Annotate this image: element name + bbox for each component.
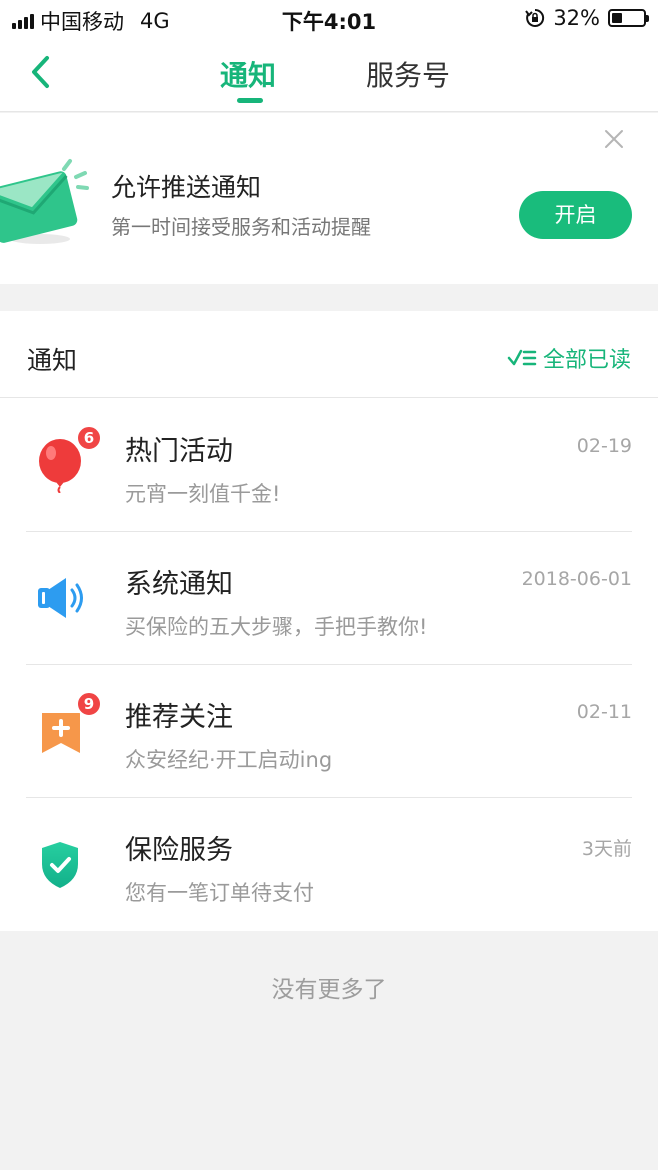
notice-subtitle: 买保险的五大步骤，手把手教你! (125, 615, 428, 639)
check-list-icon (507, 349, 537, 366)
mark-all-read-button[interactable]: 全部已读 (507, 342, 631, 374)
speaker-icon (36, 570, 88, 626)
push-banner-title: 允许推送通知 (111, 173, 262, 202)
status-right: 32% (525, 6, 649, 30)
enable-push-button[interactable]: 开启 (519, 191, 632, 239)
no-more-text: 没有更多了 (271, 977, 387, 1003)
notice-title: 保险服务 (125, 835, 233, 866)
notice-row-insurance[interactable]: 保险服务 您有一笔订单待支付 3天前 (26, 798, 632, 931)
rotation-lock-icon (525, 8, 545, 27)
section-title: 通知 (27, 346, 78, 375)
mark-all-read-label: 全部已读 (542, 348, 631, 373)
tab-service-account[interactable]: 服务号 (366, 54, 450, 94)
notice-row-recommend[interactable]: 9 推荐关注 众安经纪·开工启动ing 02-11 (26, 665, 632, 798)
notice-list-card: 通知 全部已读 6 热门活动 元宵一刻值千金! 02-19 系统通知 买保险的五… (0, 311, 658, 931)
notice-row-hot-activity[interactable]: 6 热门活动 元宵一刻值千金! 02-19 (26, 399, 632, 532)
notice-subtitle: 您有一笔订单待支付 (125, 881, 314, 905)
notice-subtitle: 元宵一刻值千金! (125, 482, 281, 506)
notice-title: 热门活动 (125, 436, 233, 467)
tab-notice[interactable]: 通知 (220, 54, 276, 94)
notice-time: 02-11 (576, 701, 632, 723)
notice-section-header: 通知 全部已读 (0, 311, 658, 398)
push-permission-banner: 允许推送通知 第一时间接受服务和活动提醒 开启 (0, 113, 658, 284)
battery-fill (612, 13, 622, 23)
battery-percent: 32% (553, 6, 600, 30)
unread-badge: 9 (76, 691, 102, 717)
unread-badge: 6 (76, 425, 102, 451)
notice-subtitle: 众安经纪·开工启动ing (125, 748, 333, 772)
push-banner-subtitle: 第一时间接受服务和活动提醒 (111, 215, 371, 239)
notice-time: 2018-06-01 (521, 568, 632, 590)
bookmark-plus-icon: 9 (36, 691, 102, 759)
envelope-icon (0, 159, 89, 244)
close-icon[interactable] (600, 125, 628, 153)
balloon-icon: 6 (36, 425, 102, 494)
shield-check-icon (36, 836, 88, 892)
notice-row-system[interactable]: 系统通知 买保险的五大步骤，手把手教你! 2018-06-01 (26, 532, 632, 665)
nav-bar: 通知 服务号 (0, 36, 658, 112)
notice-title: 系统通知 (125, 569, 233, 600)
notice-title: 推荐关注 (125, 702, 233, 733)
back-button[interactable] (22, 52, 58, 92)
tab-active-indicator (237, 98, 263, 103)
chevron-left-icon (32, 56, 49, 88)
notice-time: 02-19 (576, 435, 632, 457)
status-bar: 中国移动 4G 下午4:01 32% (0, 0, 658, 36)
battery-icon (608, 9, 649, 27)
notice-time: 3天前 (581, 838, 632, 860)
